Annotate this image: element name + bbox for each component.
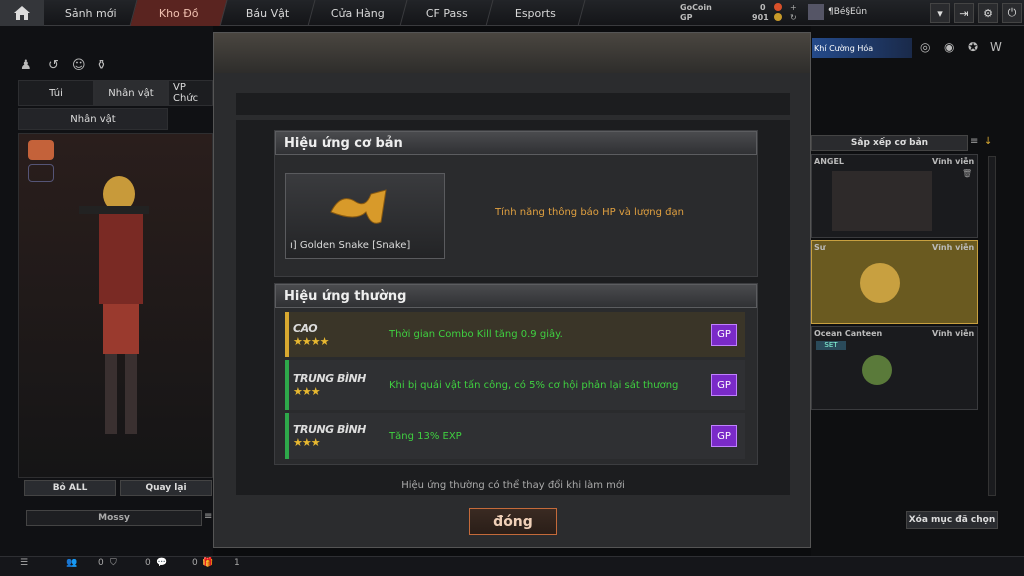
chat-count: 0 (192, 558, 198, 568)
tab-vp[interactable]: VP Chức (168, 80, 213, 106)
gear-icon[interactable]: ⚙ (978, 3, 998, 23)
character-name: Mossy (26, 510, 202, 526)
friends-count: 0 (98, 558, 104, 568)
list-icon[interactable]: ≡ (204, 511, 212, 522)
vip-icon[interactable]: W (990, 40, 1002, 54)
home-button[interactable] (0, 0, 44, 26)
set-badge: SET (816, 341, 846, 350)
scrollbar[interactable] (988, 156, 996, 496)
item-image (862, 355, 892, 385)
gp-label: GP (680, 13, 693, 22)
gocoin-icon (774, 3, 782, 11)
effect-text: Tăng 13% EXP (389, 430, 462, 442)
item-name: ı] Golden Snake [Snake] (290, 240, 411, 251)
effect-row: TRUNG BÌNH ★★★ Tăng 13% EXP GP (285, 413, 745, 459)
refresh-icon[interactable]: ↻ (790, 13, 797, 22)
top-navigation-bar: Sảnh mới Kho Đồ Báu Vật Cửa Hàng CF Pass… (0, 0, 1024, 26)
sort-arrow-icon[interactable]: ↓ (984, 136, 992, 147)
refresh-note: Hiệu ứng thường có thể thay đổi khi làm … (401, 480, 625, 491)
person-icon[interactable]: ☺ (72, 58, 86, 73)
avatar[interactable] (808, 4, 824, 20)
effect-row: TRUNG BÌNH ★★★ Khi bị quái vật tấn công, … (285, 360, 745, 410)
shield-icon[interactable]: ⛉ (110, 558, 117, 568)
tab-character[interactable]: Nhân vật (94, 80, 168, 106)
gp-value: 901 (752, 13, 769, 22)
clan-count: 0 (145, 558, 151, 568)
dialog-body: Hiệu ứng cơ bản ı] Golden Snake [Snake] … (236, 120, 790, 495)
mask-icon[interactable] (28, 164, 54, 182)
basic-effect-title: Hiệu ứng cơ bản (275, 131, 757, 155)
gift-icon[interactable]: 🎁 (202, 558, 213, 568)
reroll-button[interactable]: GP (711, 323, 737, 346)
effects-dialog: Hiệu ứng cơ bản ı] Golden Snake [Snake] … (213, 32, 811, 548)
character-preview (18, 133, 213, 478)
gift-count: 1 (234, 558, 240, 568)
history-icon[interactable]: ↺ (48, 58, 59, 73)
inventory-slot[interactable]: Ocean Canteen Vĩnh viễn SET (811, 326, 978, 410)
gp-icon (774, 13, 782, 21)
character-model (79, 176, 149, 434)
back-button[interactable]: Quay lại (120, 480, 212, 496)
tab-inventory[interactable]: Kho Đồ (130, 0, 228, 26)
effect-text: Khi bị quái vật tấn công, có 5% cơ hội p… (389, 379, 679, 391)
item-image (832, 171, 932, 231)
badge-icon[interactable]: ▾ (930, 3, 950, 23)
gocoin-value: 0 (760, 3, 766, 12)
normal-effect-section: Hiệu ứng thường CAO ★★★★ Thời gian Combo … (274, 283, 758, 465)
item-card: ı] Golden Snake [Snake] (285, 173, 445, 259)
effect-text: Thời gian Combo Kill tăng 0.9 giây. (389, 329, 563, 340)
delete-selected-button[interactable]: Xóa mục đã chọn (906, 511, 998, 529)
tab-cf-pass[interactable]: CF Pass (400, 0, 494, 26)
item-image (860, 263, 900, 303)
effect-row: CAO ★★★★ Thời gian Combo Kill tăng 0.9 gi… (285, 312, 745, 357)
promo-banner[interactable]: Khí Cường Hóa (812, 38, 912, 58)
chat-icon[interactable]: 💬 (156, 558, 167, 568)
tab-esports[interactable]: Esports (486, 0, 586, 26)
close-button[interactable]: đóng (469, 508, 557, 535)
skin-icon[interactable] (28, 140, 54, 160)
exit-icon[interactable]: ⇥ (954, 3, 974, 23)
username: ¶Bé§Eûn (828, 7, 868, 17)
normal-effect-title: Hiệu ứng thường (275, 284, 757, 308)
rank-icon[interactable]: ◎ (920, 40, 930, 54)
menu-icon[interactable]: ≡ (970, 136, 978, 147)
add-icon[interactable]: + (790, 3, 797, 12)
tab-shop[interactable]: Cửa Hàng (308, 0, 408, 26)
clan-icon[interactable]: ✪ (968, 40, 978, 54)
tab-lobby[interactable]: Sảnh mới (44, 0, 138, 26)
power-icon[interactable]: ⏻ (1002, 3, 1022, 23)
basic-effect-section: Hiệu ứng cơ bản ı] Golden Snake [Snake] … (274, 130, 758, 277)
reset-all-button[interactable]: Bỏ ALL (24, 480, 116, 496)
bottom-bar (0, 556, 1024, 576)
inventory-slot[interactable]: ANGEL Vĩnh viễn 🗑 (811, 154, 978, 238)
friends-icon[interactable]: 👥 (66, 558, 77, 568)
tab-bag[interactable]: Túi (18, 80, 94, 106)
home-icon (14, 6, 30, 20)
dialog-title-bar (236, 93, 790, 115)
bag-icon[interactable]: ⚱ (96, 58, 107, 73)
target-icon[interactable]: ◉ (944, 40, 954, 54)
tab-treasure[interactable]: Báu Vật (220, 0, 316, 26)
golden-snake-icon (330, 189, 387, 224)
gocoin-label: GoCoin (680, 3, 712, 12)
sort-dropdown[interactable]: Sắp xếp cơ bản (811, 135, 968, 151)
list-icon[interactable]: ☰ (20, 558, 28, 568)
dialog-header (214, 33, 810, 73)
reroll-button[interactable]: GP (711, 425, 737, 447)
inventory-slot[interactable]: Sư Vĩnh viễn (811, 240, 978, 324)
basic-effect-description: Tính năng thông báo HP và lượng đạn (495, 207, 684, 218)
reroll-button[interactable]: GP (711, 374, 737, 396)
trash-icon[interactable]: 🗑 (962, 169, 972, 178)
subtab-character[interactable]: Nhân vật (18, 108, 168, 130)
character-icon[interactable]: ♟ (20, 58, 32, 73)
